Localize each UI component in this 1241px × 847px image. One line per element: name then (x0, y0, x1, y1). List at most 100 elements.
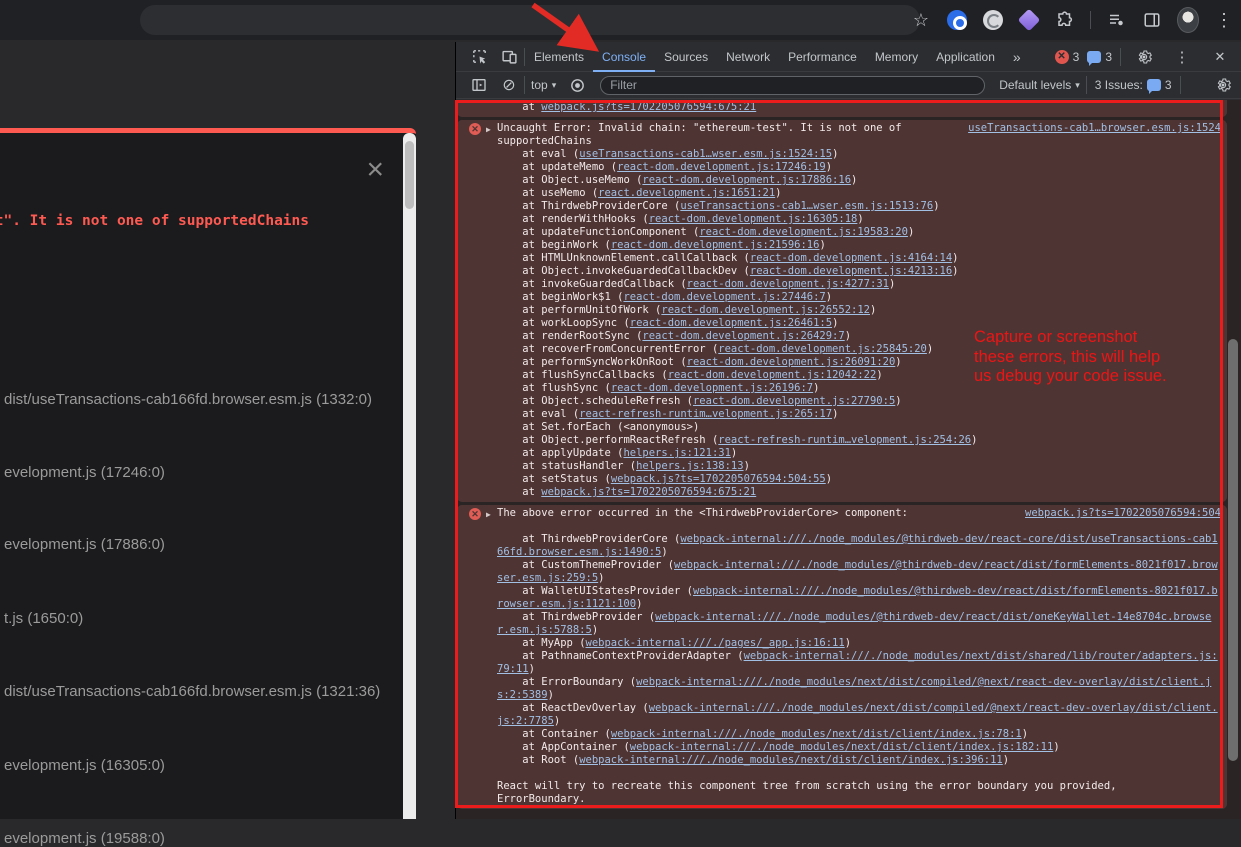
console-error-message[interactable]: ✕▶useTransactions-cab1…browser.esm.js:15… (457, 120, 1227, 502)
stack-link[interactable]: react-dom.development.js:12042:22 (668, 369, 877, 381)
error-badge[interactable]: ✕ 3 (1055, 50, 1080, 64)
stack-link[interactable]: webpack-internal:///./node_modules/next/… (579, 754, 1003, 766)
stack-link[interactable]: webpack-internal:///./node_modules/next/… (497, 702, 1218, 727)
nextjs-error-overlay: × st". It is not one of supportedChains … (0, 128, 416, 819)
profile-avatar[interactable] (1177, 9, 1199, 31)
overlay-stack-item[interactable]: evelopment.js (19588:0) (4, 830, 165, 847)
devtools-close-icon[interactable]: ✕ (1210, 47, 1230, 67)
stack-trace-line: at ThirdwebProviderCore (useTransactions… (497, 200, 1221, 213)
stack-trace-line: at eval (useTransactions-cab1…wser.esm.j… (497, 148, 1221, 161)
stack-link[interactable]: react-dom.development.js:21596:16 (611, 239, 820, 251)
stack-link[interactable]: webpack-internal:///./node_modules/@thir… (497, 585, 1218, 610)
console-error-message[interactable]: ✕▶webpack.js?ts=1702205076594:504The abo… (457, 505, 1227, 809)
overlay-scrollbar-thumb[interactable] (405, 141, 414, 209)
stack-link[interactable]: react-dom.development.js:25845:20 (718, 343, 927, 355)
overlay-scrollbar[interactable] (403, 133, 416, 819)
bookmark-star-icon[interactable]: ☆ (910, 9, 932, 31)
tab-list-icon[interactable] (1105, 9, 1127, 31)
stack-link[interactable]: react-dom.development.js:26196:7 (611, 382, 813, 394)
stack-link[interactable]: webpack-internal:///./node_modules/next/… (497, 676, 1211, 701)
extension-a-icon[interactable] (946, 9, 968, 31)
console-error-message[interactable]: at webpack.js?ts=1702205076594:675:21 (457, 100, 1227, 117)
console-settings-gear-icon[interactable] (1213, 75, 1233, 95)
levels-dropdown[interactable]: Default levels▾ (993, 70, 1086, 100)
console-log[interactable]: at webpack.js?ts=1702205076594:675:21 ✕▶u… (456, 100, 1241, 819)
stack-link[interactable]: react-dom.development.js:4277:31 (687, 278, 889, 290)
tab-performance[interactable]: Performance (779, 42, 866, 72)
stack-link[interactable]: webpack-internal:///./node_modules/@thir… (497, 533, 1218, 558)
stack-link[interactable]: webpack.js?ts=1702205076594:504:55 (611, 473, 826, 485)
stack-link[interactable]: react-dom.development.js:4164:14 (750, 252, 952, 264)
stack-link[interactable]: webpack-internal:///./node_modules/@thir… (497, 611, 1211, 636)
tab-application[interactable]: Application (927, 42, 1004, 72)
overlay-stack-item[interactable]: t.js (1650:0) (4, 610, 83, 627)
overlay-stack-item[interactable]: dist/useTransactions-cab166fd.browser.es… (4, 391, 372, 408)
device-toolbar-icon[interactable] (499, 47, 519, 67)
close-icon[interactable]: × (366, 155, 384, 185)
stack-link[interactable]: react-dom.development.js:26461:5 (630, 317, 832, 329)
inspect-icon[interactable] (469, 47, 489, 67)
stack-link[interactable]: react-dom.development.js:27790:5 (693, 395, 895, 407)
stack-link[interactable]: helpers.js:121:31 (623, 447, 730, 459)
extensions-puzzle-icon[interactable] (1054, 9, 1076, 31)
console-scrollbar-thumb[interactable] (1228, 339, 1238, 761)
tab-network[interactable]: Network (717, 42, 779, 72)
expand-triangle-icon[interactable]: ▶ (486, 123, 491, 136)
stack-link[interactable]: react.development.js:1651:21 (598, 187, 775, 199)
stack-link[interactable]: react-refresh-runtim…velopment.js:254:26 (718, 434, 971, 446)
stack-link[interactable]: webpack.js?ts=1702205076594:675:21 (541, 101, 756, 113)
stack-link[interactable]: react-dom.development.js:27446:7 (623, 291, 825, 303)
issues-counter[interactable]: 3 Issues: 3 (1095, 78, 1172, 92)
stack-trace-line: at renderRootSync (react-dom.development… (497, 330, 1221, 343)
stack-link[interactable]: react-dom.development.js:17886:16 (642, 174, 851, 186)
more-tabs-chevrons[interactable]: » (1004, 42, 1030, 72)
filter-input[interactable] (600, 76, 985, 95)
clear-console-icon[interactable]: ⊘ (499, 75, 519, 95)
stack-link[interactable]: react-dom.development.js:19583:20 (699, 226, 908, 238)
overlay-stack-item[interactable]: evelopment.js (17886:0) (4, 536, 165, 553)
overlay-stack-item[interactable]: dist/useTransactions-cab166fd.browser.es… (4, 683, 380, 700)
overlay-stack-item[interactable]: evelopment.js (17246:0) (4, 464, 165, 481)
stack-link[interactable]: webpack-internal:///./node_modules/next/… (497, 650, 1218, 675)
extension-c-icon[interactable] (1018, 9, 1040, 31)
source-location-link[interactable]: useTransactions-cab1…browser.esm.js:1524 (968, 122, 1221, 135)
stack-trace-line: at AppContainer (webpack-internal:///./n… (497, 741, 1221, 754)
tab-sources[interactable]: Sources (655, 42, 717, 72)
stack-link[interactable]: react-dom.development.js:26552:12 (661, 304, 870, 316)
console-sidebar-icon[interactable] (469, 75, 489, 95)
error-badge-icon: ✕ (1055, 50, 1069, 64)
stack-link[interactable]: webpack-internal:///./node_modules/next/… (611, 728, 1022, 740)
stack-link[interactable]: react-dom.development.js:17246:19 (617, 161, 826, 173)
settings-gear-icon[interactable] (1134, 47, 1154, 67)
source-location-link[interactable]: webpack.js?ts=1702205076594:504 (1025, 507, 1221, 520)
stack-link[interactable]: webpack-internal:///./node_modules/@thir… (497, 559, 1218, 584)
stack-link[interactable]: react-dom.development.js:26429:7 (642, 330, 844, 342)
devtools-menu-icon[interactable]: ⋮ (1172, 47, 1192, 67)
stack-trace-line: at renderWithHooks (react-dom.developmen… (497, 213, 1221, 226)
stack-link[interactable]: react-dom.development.js:26091:20 (687, 356, 896, 368)
address-bar[interactable] (140, 5, 920, 35)
stack-link[interactable]: react-refresh-runtim…velopment.js:265:17 (579, 408, 832, 420)
tab-memory[interactable]: Memory (866, 42, 927, 72)
stack-link[interactable]: webpack-internal:///./node_modules/next/… (630, 741, 1054, 753)
chevron-down-icon: ▾ (552, 80, 557, 91)
stack-trace-line: at recoverFromConcurrentError (react-dom… (497, 343, 1221, 356)
stack-link[interactable]: react-dom.development.js:4213:16 (750, 265, 952, 277)
error-message-text: The above error occurred in the <Thirdwe… (497, 507, 908, 519)
stack-link[interactable]: helpers.js:138:13 (636, 460, 743, 472)
context-dropdown[interactable]: top▾ (525, 70, 562, 100)
side-panel-icon[interactable] (1141, 9, 1163, 31)
extension-b-icon[interactable] (982, 9, 1004, 31)
stack-link[interactable]: useTransactions-cab1…wser.esm.js:1513:76 (680, 200, 933, 212)
message-badge[interactable]: 3 (1087, 50, 1112, 64)
live-expression-eye-icon[interactable] (567, 75, 587, 95)
tab-elements[interactable]: Elements (525, 42, 593, 72)
expand-triangle-icon[interactable]: ▶ (486, 508, 491, 521)
stack-link[interactable]: webpack.js?ts=1702205076594:675:21 (541, 486, 756, 498)
overlay-stack-item[interactable]: evelopment.js (16305:0) (4, 757, 165, 774)
browser-menu-icon[interactable]: ⋮ (1213, 9, 1235, 31)
stack-link[interactable]: useTransactions-cab1…wser.esm.js:1524:15 (579, 148, 832, 160)
stack-link[interactable]: webpack-internal:///./pages/_app.js:16:1… (586, 637, 845, 649)
stack-link[interactable]: react-dom.development.js:16305:18 (649, 213, 858, 225)
tab-console[interactable]: Console (593, 42, 655, 72)
